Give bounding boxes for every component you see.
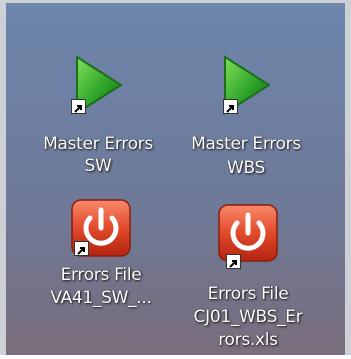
icon-label-line3: rors.xls <box>218 330 278 350</box>
red-power-icon <box>218 204 278 262</box>
shortcut-arrow-icon <box>223 99 238 114</box>
icon-label-line2: WBS <box>226 158 266 178</box>
shortcut-arrow-icon <box>74 241 89 256</box>
icon-label-line1: Master Errors <box>191 134 301 154</box>
green-play-icon <box>224 55 271 115</box>
desktop-icon-master-errors-sw[interactable]: Master Errors SW <box>23 51 173 191</box>
icon-label-line1: Errors File <box>207 284 289 304</box>
icon-label-line1: Master Errors <box>43 134 153 154</box>
icon-label-line2: CJ01_WBS_Er <box>193 307 303 327</box>
shortcut-arrow-icon <box>226 254 241 269</box>
desktop-background: Master Errors SW Master Errors WBS Error… <box>0 0 351 355</box>
icon-label-line2: VA41_SW_... <box>50 288 152 308</box>
icon-label-line1: Errors File <box>60 265 142 285</box>
icon-label-line2: SW <box>84 156 112 176</box>
desktop-icon-errors-file-cj01[interactable]: Errors File CJ01_WBS_Er rors.xls <box>173 199 323 359</box>
shortcut-arrow-icon <box>71 99 86 114</box>
desktop-icon-errors-file-va41[interactable]: Errors File VA41_SW_... <box>26 196 176 336</box>
desktop-icon-master-errors-wbs[interactable]: Master Errors WBS <box>171 51 321 191</box>
